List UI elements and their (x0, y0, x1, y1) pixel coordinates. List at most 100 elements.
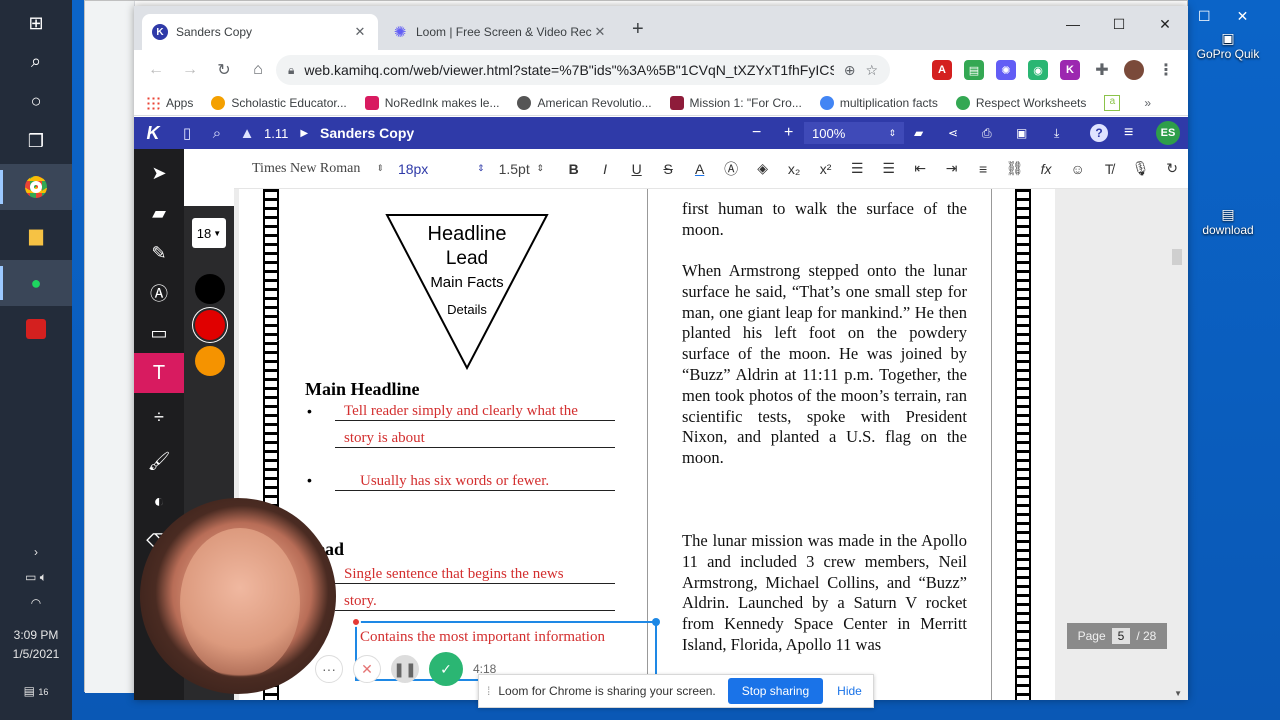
print-icon[interactable]: ⎙ (982, 126, 992, 141)
help-icon[interactable]: ? (1090, 124, 1108, 142)
lead-text[interactable]: Single sentence that begins the news (335, 566, 615, 584)
hide-button[interactable]: Hide (837, 684, 862, 698)
notification-button[interactable]: ▤ 16 (0, 684, 72, 698)
scroll-down-icon[interactable]: ▼ (1174, 689, 1182, 698)
puzzle-icon[interactable]: ✚ (1092, 60, 1112, 80)
zoom-in-icon[interactable]: + (784, 124, 793, 142)
document-title[interactable]: Sanders Copy (320, 125, 414, 141)
bullet-text[interactable]: Usually has six words or fewer. (335, 473, 615, 491)
clear-format-icon[interactable]: T̸ (1093, 161, 1125, 177)
breadcrumb-number[interactable]: 1.11 (264, 126, 288, 141)
bullet-text[interactable]: Tell reader simply and clearly what the (335, 403, 615, 421)
text-size-dropdown[interactable]: 18 ▼ (192, 218, 226, 248)
strikethrough-icon[interactable]: S (652, 161, 684, 177)
taskbar-chrome[interactable] (0, 164, 72, 210)
share-icon[interactable]: ⋖ (948, 126, 958, 140)
bullet-list-icon[interactable]: ☰ (873, 160, 905, 177)
text-color-icon[interactable]: A (684, 161, 716, 177)
clock-date[interactable]: 1/5/2021 (0, 647, 72, 661)
close-icon[interactable]: ✕ (352, 24, 368, 40)
sheets-extension-icon[interactable]: ▤ (964, 60, 984, 80)
profile-avatar[interactable] (1124, 60, 1144, 80)
new-tab-button[interactable]: + (632, 18, 644, 41)
italic-icon[interactable]: I (589, 161, 621, 177)
loom-camera-bubble[interactable] (140, 498, 336, 694)
more-menu-icon[interactable]: ⋮ (1156, 60, 1176, 80)
text-tool[interactable]: T (134, 353, 184, 393)
color-swatch-red[interactable] (195, 310, 225, 340)
maximize-icon[interactable]: ☐ (1198, 8, 1211, 25)
back-button[interactable]: ← (140, 54, 172, 86)
formula-icon[interactable]: fx (1030, 161, 1062, 177)
home-button[interactable]: ⌂ (242, 54, 274, 86)
sidebar-toggle-icon[interactable]: ▯ (172, 124, 202, 142)
bookmark-respect[interactable]: Respect Worksheets (955, 95, 1086, 110)
font-family-select[interactable]: Times New Roman ⇕ (234, 161, 384, 177)
search-icon[interactable]: ⌕ (202, 125, 232, 142)
bookmark-noredink[interactable]: NoRedInk makes le... (364, 95, 499, 110)
equation-tool[interactable]: ÷ (134, 397, 184, 437)
scrollbar[interactable] (1172, 249, 1182, 265)
desktop-icon-download[interactable]: ▤ download (1188, 206, 1268, 237)
bookmark-american-revolution[interactable]: American Revolutio... (517, 95, 652, 110)
text-box-handle-icon[interactable] (652, 618, 660, 626)
select-tool[interactable]: ➤ (134, 153, 184, 193)
wifi-icon[interactable]: ◠ (0, 596, 72, 610)
add-icon[interactable]: ⊕ (844, 62, 856, 79)
lead-text[interactable]: story. (335, 593, 615, 611)
indent-icon[interactable]: ⇥ (936, 160, 968, 177)
drive-icon[interactable]: ▲ (232, 125, 262, 142)
close-icon[interactable]: ✕ (592, 24, 608, 40)
link-icon[interactable]: ⛓ (999, 160, 1031, 177)
superscript-icon[interactable]: x² (810, 161, 842, 177)
text-box-handle-icon[interactable] (351, 617, 361, 627)
kami-extension-icon[interactable]: K (1060, 60, 1080, 80)
stop-sharing-button[interactable]: Stop sharing (727, 678, 824, 704)
bookmarks-overflow-icon[interactable]: » (1144, 96, 1151, 110)
tab-loom[interactable]: ✺ Loom | Free Screen & Video Rec ✕ (382, 14, 618, 50)
reload-button[interactable]: ↻ (208, 54, 240, 86)
bookmark-mission1[interactable]: Mission 1: "For Cro... (669, 95, 802, 110)
microphone-icon[interactable]: 🎙︎ (1125, 160, 1157, 177)
highlight-tool[interactable]: ✎ (134, 233, 184, 273)
drawing-tool[interactable]: 🖌︎ (134, 441, 184, 481)
profile-badge[interactable]: ES (1156, 121, 1180, 145)
dictionary-tool[interactable]: ▰ (134, 193, 184, 233)
hamburger-menu-icon[interactable]: ≡ (1124, 124, 1133, 142)
comment-tool[interactable]: ▭ (134, 313, 184, 353)
screencast-extension-icon[interactable]: ◉ (1028, 60, 1048, 80)
address-bar[interactable]: 🔒︎ web.kamihq.com/web/viewer.html?state=… (276, 55, 890, 85)
bookmark-scholastic[interactable]: Scholastic Educator... (211, 95, 347, 110)
numbered-list-icon[interactable]: ☰ (841, 160, 873, 177)
bold-icon[interactable]: B (558, 161, 590, 177)
close-window-button[interactable]: ✕ (1142, 10, 1188, 38)
bullet-text[interactable]: story is about (335, 430, 615, 448)
zoom-select[interactable]: 100% ⇕ (804, 122, 904, 144)
loom-finish-button[interactable]: ✓ (429, 652, 463, 686)
color-swatch-orange[interactable] (195, 346, 225, 376)
tray-expand-icon[interactable]: › (0, 545, 72, 559)
bookmark-multiplication[interactable]: multiplication facts (819, 95, 938, 110)
folder-open-icon[interactable]: ▰ (914, 126, 923, 140)
fill-icon[interactable]: ◈ (747, 160, 779, 177)
loom-more-button[interactable]: ··· (315, 655, 343, 683)
drag-handle-icon[interactable]: ⁞ (487, 684, 490, 698)
font-size-select[interactable]: 18px ⇕ (398, 161, 485, 177)
color-swatch-black[interactable] (195, 274, 225, 304)
taskbar-acrobat[interactable] (0, 306, 72, 352)
line-width-select[interactable]: 1.5pt ⇕ (499, 161, 544, 177)
clock-time[interactable]: 3:09 PM (0, 628, 72, 642)
bookmark-a-icon[interactable]: a (1104, 94, 1121, 111)
rotate-icon[interactable]: ↻ (1156, 160, 1188, 177)
loom-cancel-button[interactable]: ✕ (353, 655, 381, 683)
acrobat-extension-icon[interactable]: A (932, 60, 952, 80)
zoom-out-icon[interactable]: − (752, 124, 761, 142)
save-icon[interactable]: ▣ (1016, 126, 1027, 140)
forward-button[interactable]: → (174, 54, 206, 86)
align-icon[interactable]: ≡ (967, 161, 999, 177)
taskbar-spotify[interactable]: ● (0, 260, 72, 306)
loom-pause-button[interactable]: ❚❚ (391, 655, 419, 683)
subscript-icon[interactable]: x₂ (778, 161, 810, 177)
text-box-tool[interactable]: Ⓐ (134, 273, 184, 313)
task-view-button[interactable]: ❒ (0, 118, 72, 164)
